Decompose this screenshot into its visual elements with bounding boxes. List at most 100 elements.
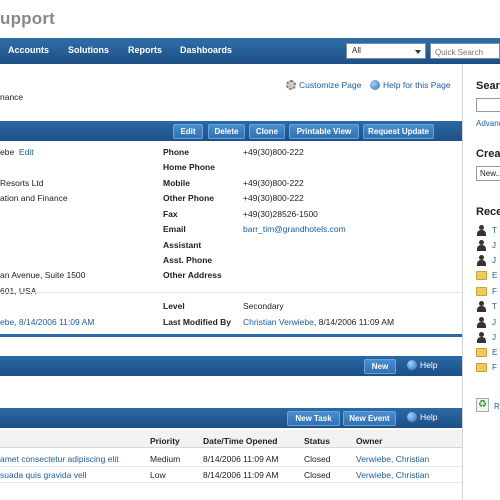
person-icon	[476, 239, 487, 251]
printable-view-button[interactable]: Printable View	[289, 124, 359, 139]
edit-button[interactable]: Edit	[173, 124, 203, 139]
sidebar-divider	[462, 64, 463, 500]
sidebar-search-input[interactable]	[476, 98, 500, 112]
email-link[interactable]: barr_tim@grandhotels.com	[243, 224, 346, 234]
related-list-bar: New Help	[0, 356, 462, 376]
top-bar: upport	[0, 0, 500, 38]
contact-owner-field: ebe Edit	[0, 147, 34, 157]
recent-item[interactable]: J	[476, 239, 496, 251]
recent-item-label: J	[492, 317, 496, 327]
tab-reports[interactable]: Reports	[128, 45, 162, 55]
recent-item[interactable]: E	[476, 269, 497, 281]
customize-page-label: Customize Page	[299, 80, 362, 90]
customize-page-link[interactable]: Customize Page	[286, 80, 361, 90]
recent-item[interactable]: J	[476, 331, 496, 343]
tab-dashboards[interactable]: Dashboards	[180, 45, 232, 55]
recycle-bin-link[interactable]: R	[494, 402, 500, 411]
mobile-label: Mobile	[163, 178, 190, 188]
help-icon	[407, 360, 417, 370]
sidebar-search-heading: Searc	[476, 80, 500, 92]
tab-accounts[interactable]: Accounts	[8, 45, 49, 55]
last-modified-date: , 8/14/2006 11:09 AM	[313, 317, 395, 327]
related-help-link[interactable]: Help	[407, 360, 437, 370]
fax-value: +49(30)28526-1500	[243, 209, 318, 219]
recent-item[interactable]: T	[476, 300, 497, 312]
column-header-status[interactable]: Status	[304, 436, 330, 446]
level-value: Secondary	[243, 301, 284, 311]
mailing-address-line1: an Avenue, Suite 1500	[0, 270, 86, 280]
activities-help-link[interactable]: Help	[407, 412, 437, 422]
table-row-owner[interactable]: Verwiebe, Christian	[356, 454, 429, 464]
phone-label: Phone	[163, 147, 189, 157]
mailing-address-line2: 601, USA	[0, 286, 37, 296]
created-by-value[interactable]: ebe, 8/14/2006 11:09 AM	[0, 317, 94, 327]
request-update-button[interactable]: Request Update	[363, 124, 434, 139]
detail-section-bar: Edit Delete Clone Printable View Request…	[0, 121, 462, 141]
row-divider	[0, 466, 462, 467]
search-scope-select[interactable]: All	[346, 43, 426, 59]
recent-item-label: F	[492, 362, 497, 372]
column-header-owner[interactable]: Owner	[356, 436, 382, 446]
help-icon	[370, 80, 380, 90]
column-header-priority[interactable]: Priority	[150, 436, 180, 446]
last-modified-field: Christian Verwiebe, 8/14/2006 11:09 AM	[243, 317, 394, 327]
table-row-subject[interactable]: suada quis gravida vell	[0, 470, 86, 480]
table-row-owner[interactable]: Verwiebe, Christian	[356, 470, 429, 480]
person-icon	[476, 331, 487, 343]
recycle-bin-icon[interactable]: ♻	[476, 398, 489, 412]
title-value: ation and Finance	[0, 193, 68, 203]
phone-value: +49(30)800-222	[243, 147, 304, 157]
activities-bar: New Task New Event Help	[0, 408, 462, 428]
advanced-search-link[interactable]: Advanc	[476, 119, 500, 128]
delete-button[interactable]: Delete	[208, 124, 245, 139]
other-address-label: Other Address	[163, 270, 222, 280]
change-owner-link[interactable]: Edit	[19, 147, 34, 157]
recent-item-label: E	[492, 270, 498, 280]
column-header-date-opened[interactable]: Date/Time Opened	[203, 436, 277, 446]
tab-solutions[interactable]: Solutions	[68, 45, 109, 55]
recent-item-label: J	[492, 332, 496, 342]
account-name-value[interactable]: Resorts Ltd	[0, 178, 43, 188]
recent-item-label: J	[492, 255, 496, 265]
email-label: Email	[163, 224, 186, 234]
last-modified-user-link[interactable]: Christian Verwiebe	[243, 317, 314, 327]
assistant-label: Assistant	[163, 240, 202, 250]
other-phone-value: +49(30)800-222	[243, 193, 304, 203]
table-row-opened: 8/14/2006 11:09 AM	[203, 454, 279, 464]
asst-phone-label: Asst. Phone	[163, 255, 213, 265]
recent-item[interactable]: F	[476, 361, 497, 373]
recent-item[interactable]: E	[476, 346, 497, 358]
new-event-button[interactable]: New Event	[343, 411, 396, 426]
table-row-priority: Low	[150, 470, 166, 480]
folder-icon	[476, 362, 487, 372]
recent-item[interactable]: J	[476, 316, 496, 328]
help-for-page-link[interactable]: Help for this Page	[370, 80, 451, 90]
recent-item-label: T	[492, 301, 497, 311]
new-task-button[interactable]: New Task	[287, 411, 340, 426]
recent-item-label: T	[492, 225, 497, 235]
clone-button[interactable]: Clone	[249, 124, 285, 139]
recent-item-label: E	[492, 347, 498, 357]
recent-item[interactable]: T	[476, 224, 497, 236]
quick-search-input[interactable]	[430, 43, 500, 59]
last-modified-label: Last Modified By	[163, 317, 232, 327]
folder-icon	[476, 347, 487, 357]
chevron-down-icon	[415, 50, 421, 54]
recent-item[interactable]: F	[476, 285, 497, 297]
table-row-status: Closed	[304, 470, 331, 480]
sidebar-recent-heading: Rece	[476, 206, 500, 218]
recent-item[interactable]: J	[476, 254, 496, 266]
recent-item-label: F	[492, 286, 497, 296]
level-label: Level	[163, 301, 185, 311]
help-icon	[407, 412, 417, 422]
table-row-status: Closed	[304, 454, 331, 464]
home-phone-label: Home Phone	[163, 162, 215, 172]
detail-bottom-rule	[0, 334, 462, 337]
folder-icon	[476, 286, 487, 296]
fax-label: Fax	[163, 209, 178, 219]
app-title: upport	[0, 9, 56, 28]
person-icon	[476, 316, 487, 328]
new-button[interactable]: New	[364, 359, 396, 374]
table-row-subject[interactable]: amet consectetur adipiscing elit	[0, 454, 119, 464]
create-new-select[interactable]: New...	[476, 166, 500, 181]
